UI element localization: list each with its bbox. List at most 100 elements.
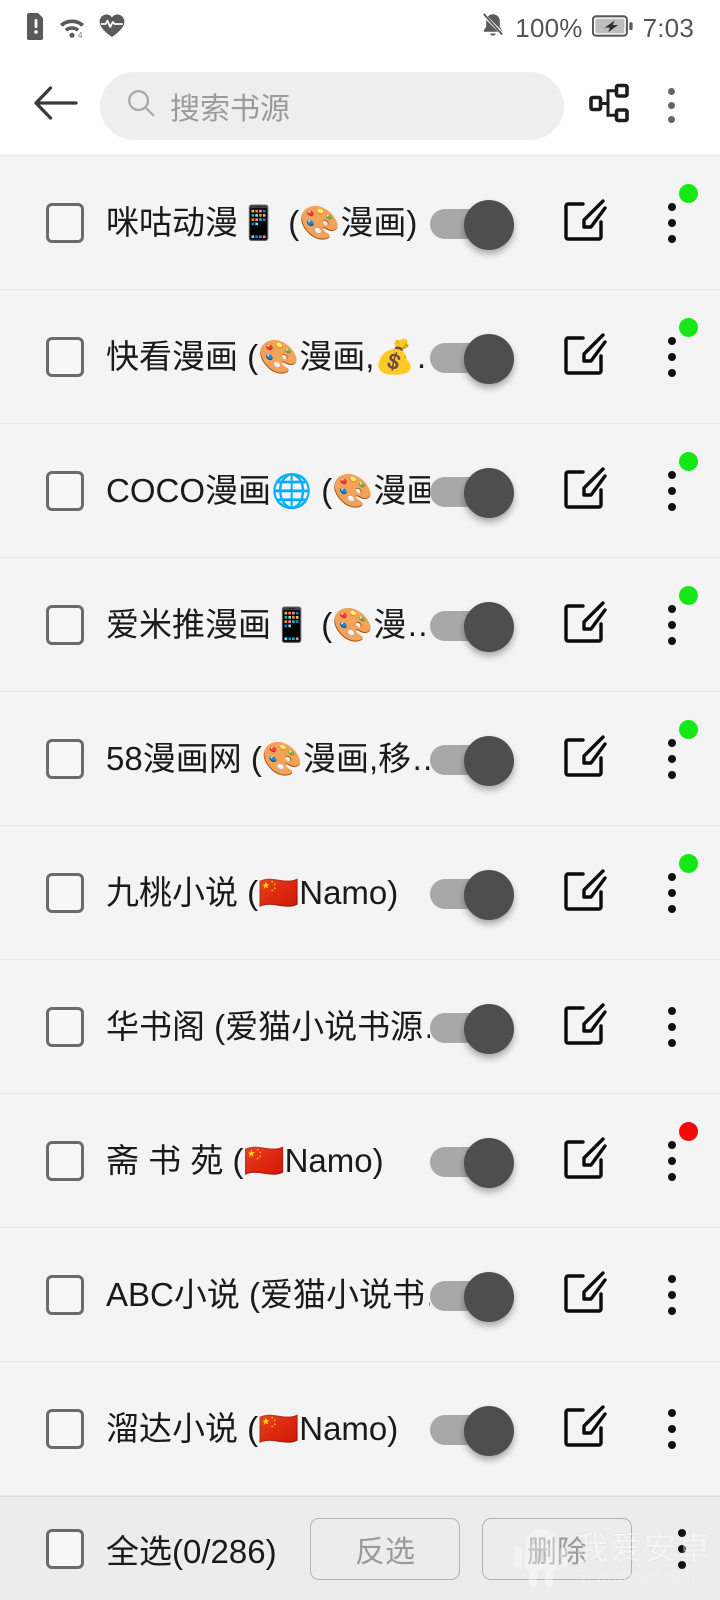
row-title: COCO漫画🌐 (🎨漫画) [106,471,430,509]
row-controls [430,597,698,653]
table-row[interactable]: 九桃小说 (🇨🇳Namo) [0,826,720,960]
row-checkbox[interactable] [46,1006,84,1047]
enable-toggle[interactable] [430,333,514,384]
edit-pencil-icon [560,598,608,651]
battery-percent-label: 100% [515,12,583,43]
row-overflow-menu-button[interactable] [652,1401,692,1457]
row-title: 58漫画网 (🎨漫画,移… [106,739,430,777]
row-checkbox[interactable] [46,872,84,913]
table-row[interactable]: 咪咕动漫📱 (🎨漫画) [0,156,720,290]
enable-toggle[interactable] [430,1003,514,1054]
row-overflow-menu-button[interactable] [652,999,692,1055]
edit-pencil-icon [560,866,608,919]
toggle-thumb [464,1003,514,1054]
edit-button[interactable] [558,733,610,785]
status-bar-right: 100% 7:03 [480,12,694,45]
enable-toggle[interactable] [430,735,514,786]
clock-label: 7:03 [642,12,694,43]
row-overflow-menu-button[interactable] [652,597,692,653]
row-overflow-menu-button[interactable] [652,195,692,251]
row-controls [430,463,698,519]
status-dot [679,720,698,739]
search-input[interactable]: 搜索书源 [100,71,564,140]
row-title: ABC小说 (爱猫小说书… [106,1275,430,1313]
status-dot [679,586,698,605]
row-title: 咪咕动漫📱 (🎨漫画) [106,203,418,241]
row-controls [430,865,698,921]
table-row[interactable]: COCO漫画🌐 (🎨漫画) [0,424,720,558]
edit-pencil-icon [560,732,608,785]
row-controls [430,1133,698,1189]
row-checkbox[interactable] [46,470,84,511]
select-all-checkbox[interactable] [46,1528,84,1569]
toggle-thumb [464,1271,514,1322]
table-row[interactable]: 爱米推漫画📱 (🎨漫… [0,558,720,692]
toggle-thumb [464,735,514,786]
row-overflow-menu-button[interactable] [652,731,692,787]
book-source-list[interactable]: 咪咕动漫📱 (🎨漫画) 快看漫画 (🎨漫画,💰… COCO漫画🌐 (🎨漫画) 爱米推漫… [0,155,720,1496]
status-dot [679,1122,698,1141]
overflow-menu-icon [667,88,675,123]
row-overflow-menu-button[interactable] [652,1133,692,1189]
enable-toggle[interactable] [430,869,514,920]
enable-toggle[interactable] [430,1405,514,1456]
row-overflow-menu-button[interactable] [652,1267,692,1323]
svg-text:4: 4 [78,31,83,39]
edit-button[interactable] [558,1269,610,1321]
sim-alert-icon [26,12,46,45]
enable-toggle[interactable] [430,601,514,652]
bell-muted-icon [480,12,506,45]
health-heart-icon [98,13,126,43]
edit-button[interactable] [558,867,610,919]
source-group-button[interactable] [578,75,640,137]
row-checkbox[interactable] [46,604,84,645]
row-overflow-menu-button[interactable] [652,865,692,921]
search-icon [126,88,156,123]
toggle-thumb [464,1405,514,1456]
enable-toggle[interactable] [430,1271,514,1322]
enable-toggle[interactable] [430,467,514,518]
table-row[interactable]: ABC小说 (爱猫小说书… [0,1228,720,1362]
overflow-menu-button[interactable] [640,75,702,137]
row-checkbox[interactable] [46,1274,84,1315]
table-row[interactable]: 斋 书 苑 (🇨🇳Namo) [0,1094,720,1228]
app-root: 4 100% 7:03 搜索书源 咪咕动漫📱 (🎨漫画) 快看漫画 (🎨漫画,💰… [0,0,720,1600]
enable-toggle[interactable] [430,1137,514,1188]
table-row[interactable]: 快看漫画 (🎨漫画,💰… [0,290,720,424]
edit-button[interactable] [558,197,610,249]
row-overflow-menu-button[interactable] [652,329,692,385]
row-title: 斋 书 苑 (🇨🇳Namo) [106,1141,384,1179]
delete-button[interactable]: 删除 [482,1517,632,1580]
table-row[interactable]: 华书阁 (爱猫小说书源… [0,960,720,1094]
enable-toggle[interactable] [430,199,514,250]
invert-selection-button[interactable]: 反选 [310,1517,460,1580]
bottom-overflow-menu-button[interactable] [662,1518,702,1580]
edit-button[interactable] [558,599,610,651]
back-button[interactable] [24,75,86,137]
select-all-label: 全选(0/286) [106,1532,277,1570]
row-title: 华书阁 (爱猫小说书源… [106,1007,430,1045]
app-bar: 搜索书源 [0,56,720,155]
row-checkbox[interactable] [46,202,84,243]
row-overflow-menu-button[interactable] [652,463,692,519]
edit-button[interactable] [558,331,610,383]
bottom-actions: 反选 删除 [310,1517,702,1580]
edit-button[interactable] [558,1135,610,1187]
row-checkbox[interactable] [46,1408,84,1449]
row-checkbox[interactable] [46,336,84,377]
table-row[interactable]: 58漫画网 (🎨漫画,移… [0,692,720,826]
toggle-thumb [464,467,514,518]
edit-button[interactable] [558,1001,610,1053]
status-dot [679,854,698,873]
row-controls [430,1267,698,1323]
row-checkbox[interactable] [46,738,84,779]
row-title: 九桃小说 (🇨🇳Namo) [106,873,399,911]
edit-button[interactable] [558,1403,610,1455]
edit-button[interactable] [558,465,610,517]
table-row[interactable]: 溜达小说 (🇨🇳Namo) [0,1362,720,1496]
toggle-thumb [464,869,514,920]
row-controls [430,999,698,1055]
status-bar-left: 4 [26,12,126,45]
toggle-thumb [464,199,514,250]
row-checkbox[interactable] [46,1140,84,1181]
